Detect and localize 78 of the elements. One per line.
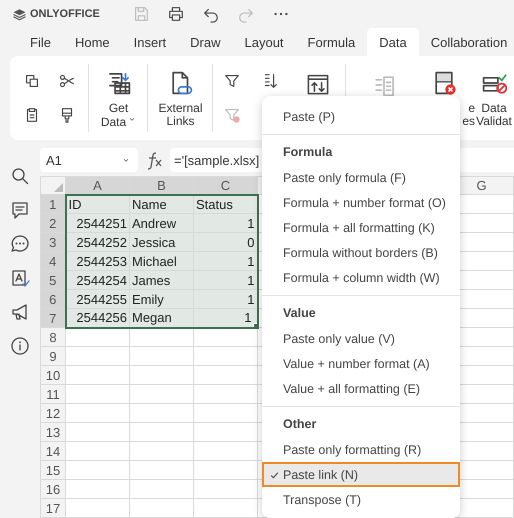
menu-item[interactable]: Paste only formatting (R) [262,437,460,462]
cell-text: 2544255 [76,292,127,306]
filter-icon[interactable] [223,72,241,90]
row-header[interactable]: 11 [40,384,66,404]
row-header[interactable]: 13 [40,422,66,442]
menu-item[interactable]: Formula + column width (W) [262,265,460,290]
comment-icon[interactable] [10,200,30,220]
row-header[interactable]: 1 [40,194,66,214]
menu-item[interactable]: Value + all formatting (E) [262,376,460,401]
ribbon-tab[interactable]: Home [62,28,122,56]
layers-icon [12,6,27,22]
print-icon[interactable] [167,5,185,23]
row-header[interactable]: 8 [40,328,66,346]
row-header[interactable]: 10 [40,366,66,384]
arrows-box-icon[interactable] [306,72,330,96]
menu-heading: Value [283,306,316,320]
row-header[interactable]: 12 [40,404,66,422]
ribbon-tab[interactable]: Draw [178,28,232,56]
menu-item[interactable]: Formula without borders (B) [262,240,460,265]
cell-text: 1 [244,310,252,326]
cell-text: Jessica [132,234,176,250]
cell-text: 0 [247,234,254,250]
column-header[interactable]: C [194,176,258,194]
row-header[interactable]: 9 [40,346,66,366]
row-header[interactable]: 16 [40,480,66,498]
spellcheck-icon[interactable] [10,268,30,288]
search-icon[interactable] [10,166,30,186]
chevron-down-icon [128,115,136,123]
menu-item[interactable]: Paste link (N) [262,462,460,487]
menu-item[interactable]: Formula + all formatting (K) [262,215,460,240]
cell-text: ID [68,196,82,212]
menu-item[interactable]: Transpose (T) [262,487,460,512]
ribbon-tab[interactable]: Data [367,28,419,56]
row-header[interactable]: 2 [40,214,66,232]
cell-text: 1 [247,216,254,230]
ribbon-tab[interactable]: File [18,28,63,56]
row-header[interactable]: 14 [40,442,66,460]
row-header[interactable]: 3 [40,232,66,252]
row-header[interactable]: 15 [40,460,66,480]
row-header[interactable]: 7 [40,308,66,328]
menu-item[interactable]: Paste only value (V) [262,326,460,351]
cell-text: James [132,272,170,288]
cell-text: 2544256 [76,310,127,326]
row-header[interactable]: 17 [40,498,66,518]
ribbon-button[interactable]: Data Validat [475,64,513,132]
cell-text: Andrew [132,216,176,230]
cell-text: 1 [247,254,254,268]
row-header[interactable]: 4 [40,252,66,270]
ribbon-tab[interactable]: Insert [122,28,178,56]
chevron-down-icon [122,156,130,164]
ribbon-tab[interactable]: Collaboration [418,28,514,56]
ribbon-button[interactable]: External Links [148,64,213,132]
cell-text: 2544254 [76,272,127,288]
cell-text: Michael [132,254,177,268]
app-logo: ONLYOFFICE [30,8,100,20]
cell-text: 1 [247,272,254,288]
cell-text: Megan [132,310,172,326]
menu-item[interactable]: Value + number format (A) [262,351,460,376]
row-header[interactable]: 5 [40,270,66,290]
cell-text: 2544252 [76,234,127,250]
cell-text: 2544251 [76,216,127,230]
column-header[interactable]: B [130,176,194,194]
info-icon[interactable] [10,336,30,356]
cell-text: Emily [132,292,164,306]
scissors-icon[interactable] [58,72,76,90]
name-box[interactable]: A1 [40,148,138,172]
ribbon-tab[interactable]: Formula [296,28,368,56]
cell-text: 1 [247,292,254,306]
row-header[interactable]: 6 [40,290,66,308]
chat-icon[interactable] [10,234,30,254]
cell-text: Name [132,196,167,212]
ribbon-button[interactable]: Get Data [89,64,148,132]
cell-text: Status [196,196,233,212]
ribbon-tab[interactable]: Layout [232,28,296,56]
cell-text: 2544253 [76,254,127,268]
menu-heading: Other [283,417,316,431]
column-header[interactable]: A [66,176,130,194]
menu-heading: Formula [283,145,332,159]
